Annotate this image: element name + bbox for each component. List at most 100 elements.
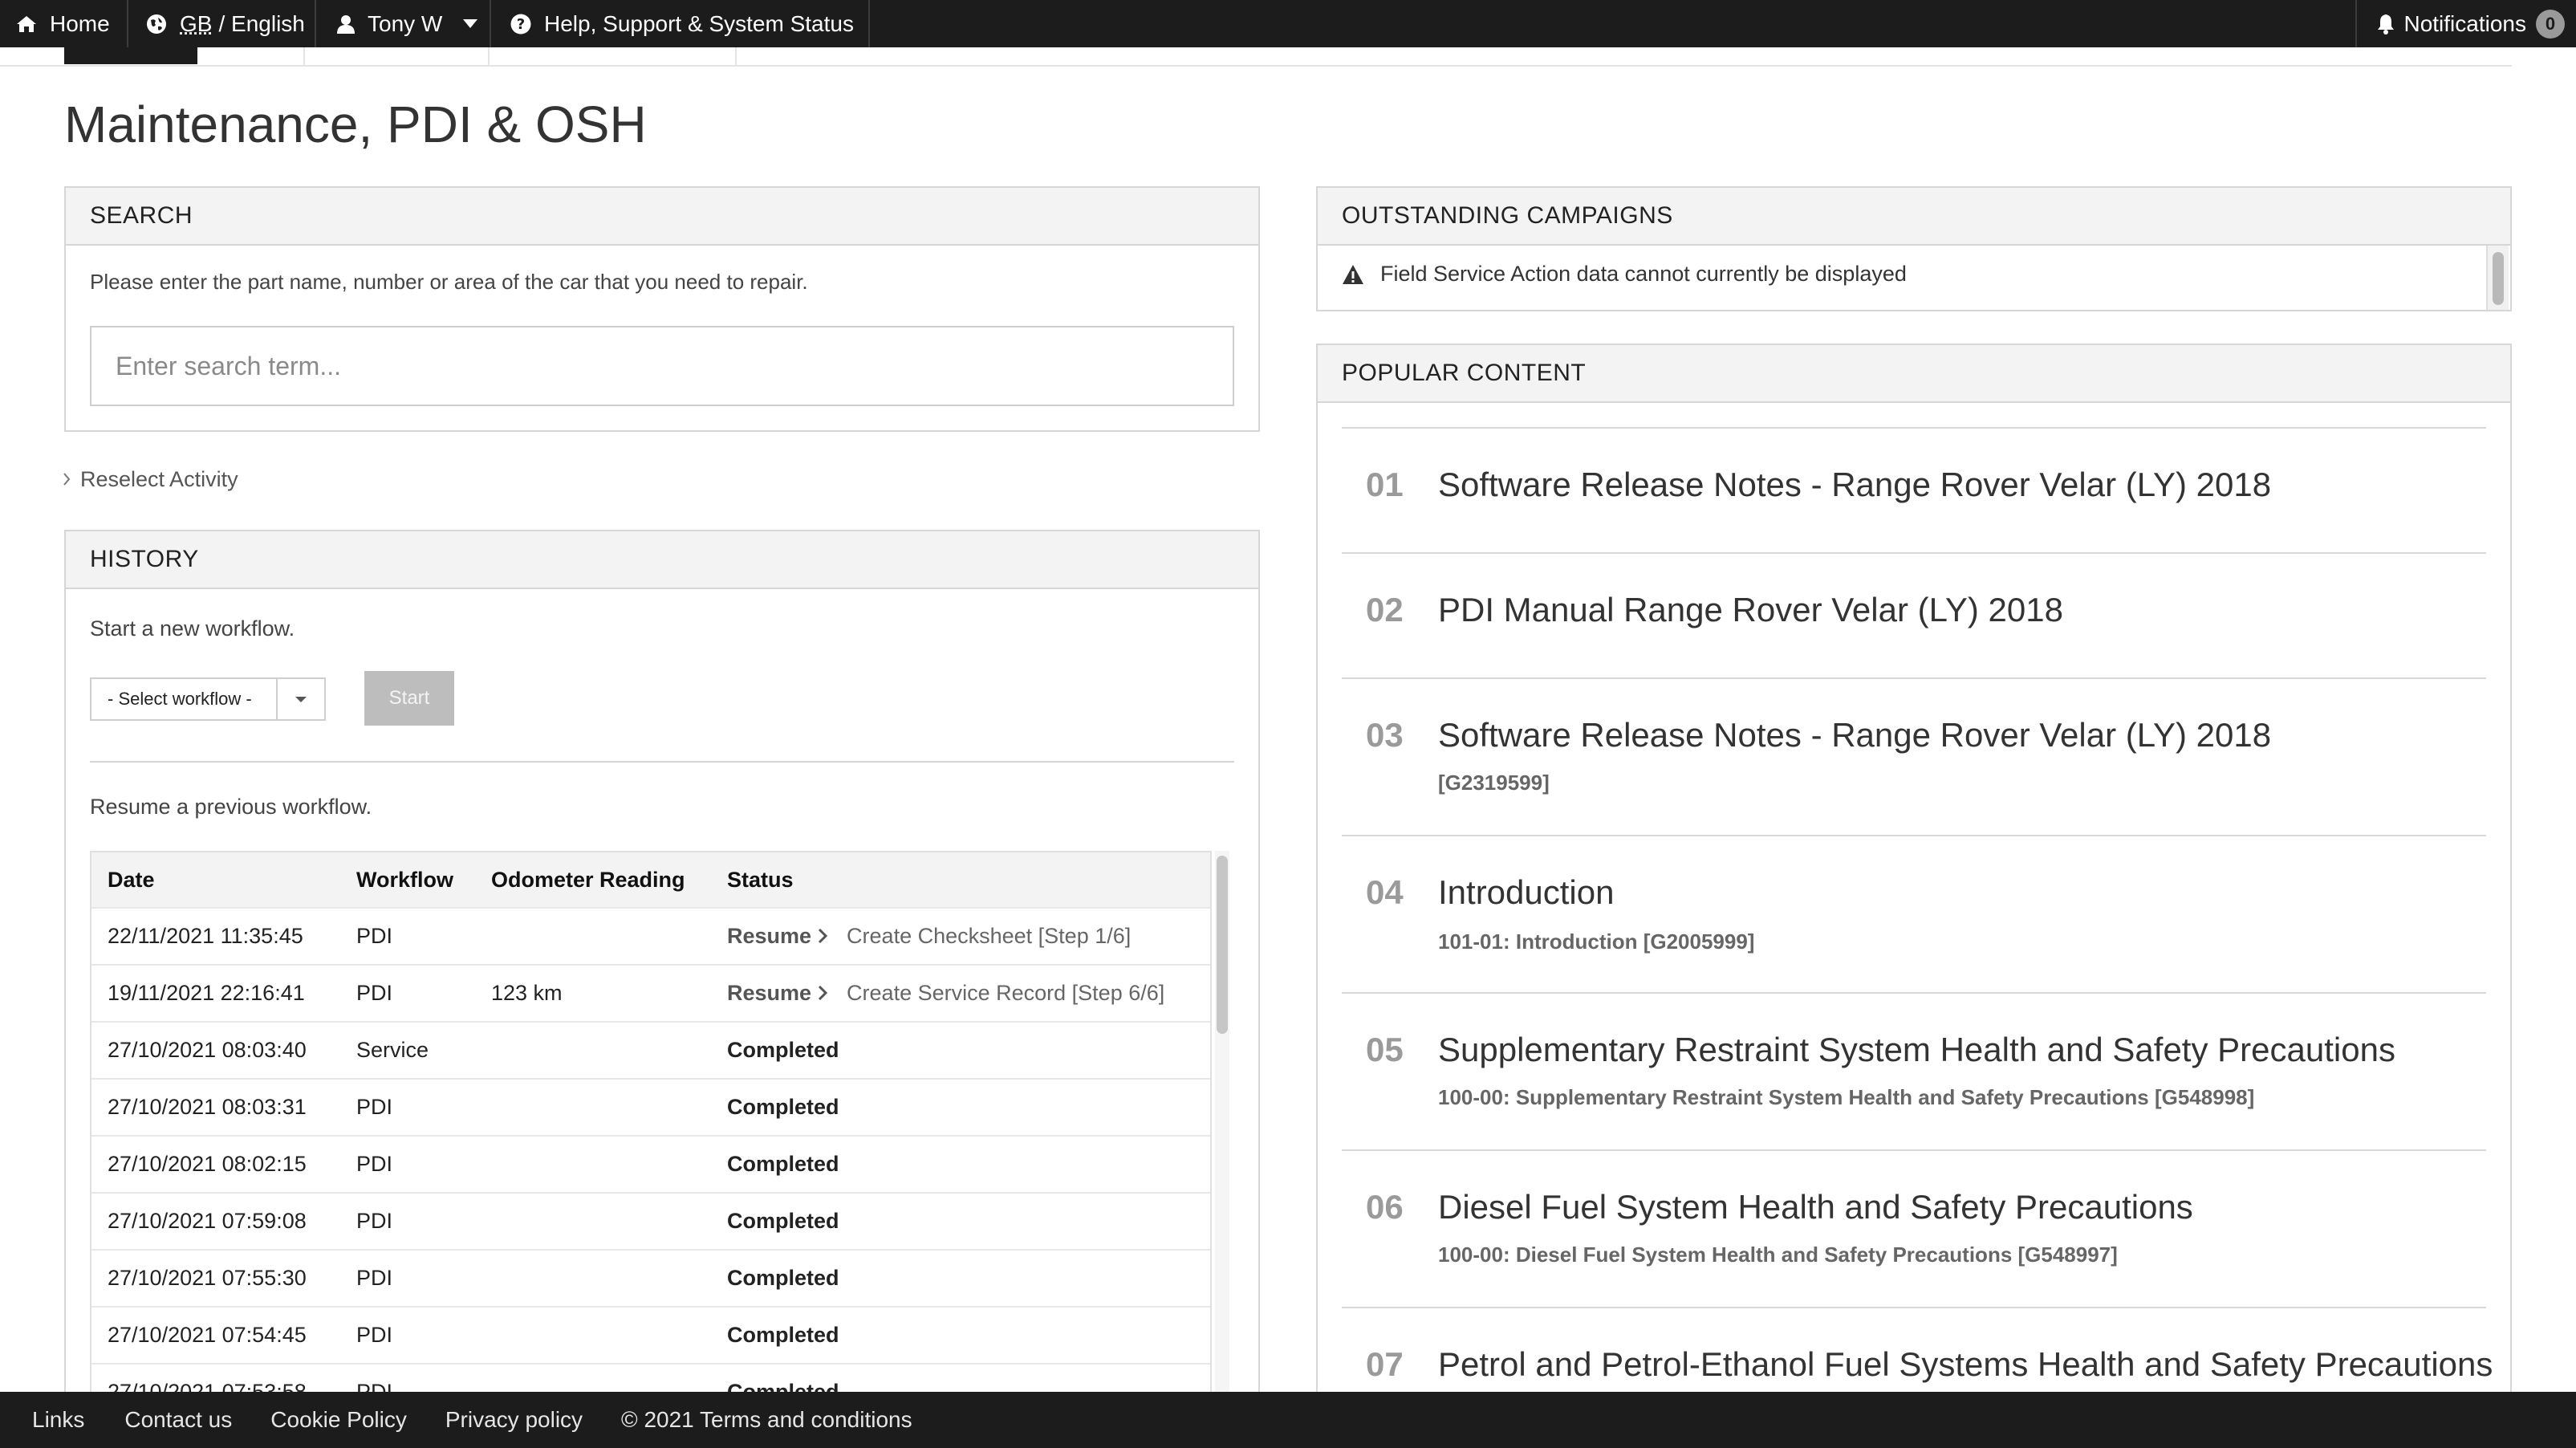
- footer-contact-us[interactable]: Contact us: [124, 1407, 232, 1433]
- row-odometer: [475, 1135, 711, 1193]
- row-odometer: 123 km: [475, 964, 711, 1022]
- history-panel-heading: HISTORY: [66, 531, 1258, 589]
- start-button[interactable]: Start: [364, 671, 454, 726]
- reselect-activity-link[interactable]: Reselect Activity: [63, 467, 238, 492]
- row-date: 27/10/2021 07:59:08: [91, 1192, 340, 1250]
- home-icon: [16, 14, 37, 34]
- item-number: 05: [1366, 1031, 1404, 1068]
- row-workflow: PDI: [340, 1135, 475, 1193]
- language-label: / English: [218, 10, 305, 36]
- tab-strip: [0, 47, 2512, 67]
- chevron-right-icon: [818, 981, 828, 1006]
- notifications-button[interactable]: Notifications 0: [2355, 0, 2576, 47]
- search-panel: SEARCH Please enter the part name, numbe…: [64, 186, 1260, 432]
- chevron-down-icon: [463, 18, 478, 29]
- history-panel: HISTORY Start a new workflow. - Select w…: [64, 530, 1260, 1414]
- row-status: Completed: [711, 1135, 1210, 1193]
- top-navigation-bar: Home GB / English Tony W ? Help, Support…: [0, 0, 2576, 47]
- search-input[interactable]: [90, 326, 1234, 406]
- popular-content-item[interactable]: 06 Diesel Fuel System Health and Safety …: [1342, 1149, 2486, 1308]
- table-row[interactable]: 27/10/2021 07:55:30 PDI Completed: [91, 1249, 1210, 1307]
- footer-privacy-policy[interactable]: Privacy policy: [445, 1407, 583, 1433]
- campaigns-scrollbar-thumb[interactable]: [2493, 252, 2504, 305]
- row-workflow: PDI: [340, 1078, 475, 1136]
- footer-links[interactable]: Links: [32, 1407, 84, 1433]
- item-number: 07: [1366, 1345, 1404, 1383]
- row-step: Create Service Record [Step 6/6]: [847, 981, 1165, 1005]
- popular-content-item[interactable]: 04 Introduction 101-01: Introduction [G2…: [1342, 835, 2486, 994]
- item-title: Diesel Fuel System Health and Safety Pre…: [1438, 1188, 2193, 1226]
- region-code: GB: [180, 10, 213, 36]
- item-subtitle: 100-00: Diesel Fuel System Health and Sa…: [1438, 1243, 2118, 1267]
- row-date: 27/10/2021 07:55:30: [91, 1249, 340, 1307]
- row-odometer: [475, 1249, 711, 1307]
- history-table-container[interactable]: Date Workflow Odometer Reading Status 22…: [90, 851, 1212, 1414]
- tab-divider: [488, 47, 490, 65]
- reselect-activity-label: Reselect Activity: [80, 467, 238, 491]
- caret-down-icon: [276, 679, 324, 719]
- popular-content-item[interactable]: 02 PDI Manual Range Rover Velar (LY) 201…: [1342, 552, 2486, 679]
- item-title: Software Release Notes - Range Rover Vel…: [1438, 716, 2272, 754]
- popular-content-item[interactable]: 03 Software Release Notes - Range Rover …: [1342, 677, 2486, 836]
- row-status: Completed: [711, 1249, 1210, 1307]
- row-status: Resume Create Checksheet [Step 1/6]: [711, 907, 1210, 965]
- warning-icon: [1342, 264, 1364, 285]
- item-title: Software Release Notes - Range Rover Vel…: [1438, 466, 2272, 503]
- search-instruction: Please enter the part name, number or ar…: [90, 270, 808, 294]
- globe-icon: [146, 14, 167, 35]
- table-row[interactable]: 27/10/2021 07:59:08 PDI Completed: [91, 1192, 1210, 1250]
- resume-link[interactable]: Resume: [727, 924, 811, 948]
- popular-panel-heading: POPULAR CONTENT: [1318, 345, 2510, 403]
- item-number: 04: [1366, 873, 1404, 911]
- table-row[interactable]: 27/10/2021 08:02:15 PDI Completed: [91, 1135, 1210, 1193]
- history-scrollbar-thumb[interactable]: [1217, 856, 1228, 1034]
- popular-content-item[interactable]: 01 Software Release Notes - Range Rover …: [1342, 427, 2486, 554]
- chevron-right-icon: [63, 470, 71, 490]
- item-number: 01: [1366, 466, 1404, 503]
- divider: [90, 761, 1234, 763]
- popular-content-item[interactable]: 07 Petrol and Petrol-Ethanol Fuel System…: [1342, 1307, 2493, 1392]
- bell-icon: [2376, 14, 2395, 35]
- home-link[interactable]: Home: [0, 0, 128, 47]
- footer: Links Contact us Cookie Policy Privacy p…: [0, 1392, 2576, 1448]
- help-label: Help, Support & System Status: [544, 10, 854, 36]
- item-number: 02: [1366, 591, 1404, 628]
- footer-terms[interactable]: © 2021 Terms and conditions: [621, 1407, 912, 1433]
- table-row[interactable]: 19/11/2021 22:16:41 PDI 123 km Resume Cre…: [91, 964, 1210, 1022]
- item-title: Introduction: [1438, 873, 1615, 911]
- column-header-workflow: Workflow: [340, 852, 475, 908]
- item-title: Supplementary Restraint System Health an…: [1438, 1031, 2395, 1068]
- footer-cookie-policy[interactable]: Cookie Policy: [270, 1407, 407, 1433]
- search-panel-heading: SEARCH: [66, 188, 1258, 246]
- resume-previous-text: Resume a previous workflow.: [90, 795, 372, 819]
- item-subtitle: [G2319599]: [1438, 771, 1550, 795]
- row-workflow: PDI: [340, 964, 475, 1022]
- start-new-workflow-text: Start a new workflow.: [90, 616, 295, 641]
- region-language-selector[interactable]: GB / English: [128, 0, 316, 47]
- popular-content-panel: POPULAR CONTENT 01 Software Release Note…: [1316, 344, 2512, 1392]
- row-date: 27/10/2021 08:03:31: [91, 1078, 340, 1136]
- workflow-select[interactable]: - Select workflow -: [90, 677, 326, 721]
- page-title: Maintenance, PDI & OSH: [64, 96, 647, 153]
- row-date: 19/11/2021 22:16:41: [91, 964, 340, 1022]
- row-workflow: PDI: [340, 1249, 475, 1307]
- popular-content-item[interactable]: 05 Supplementary Restraint System Health…: [1342, 992, 2486, 1151]
- table-row[interactable]: 27/10/2021 08:03:40 Service Completed: [91, 1021, 1210, 1079]
- column-header-date: Date: [91, 852, 340, 908]
- resume-link[interactable]: Resume: [727, 981, 811, 1005]
- campaigns-message-text: Field Service Action data cannot current…: [1380, 262, 1907, 286]
- svg-text:?: ?: [517, 16, 525, 33]
- table-row[interactable]: 27/10/2021 08:03:31 PDI Completed: [91, 1078, 1210, 1136]
- item-number: 06: [1366, 1188, 1404, 1226]
- table-header-row: Date Workflow Odometer Reading Status: [91, 852, 1210, 908]
- table-row[interactable]: 27/10/2021 07:54:45 PDI Completed: [91, 1306, 1210, 1364]
- row-status: Completed: [711, 1078, 1210, 1136]
- row-workflow: PDI: [340, 907, 475, 965]
- table-row[interactable]: 22/11/2021 11:35:45 PDI Resume Create Che…: [91, 907, 1210, 965]
- user-menu[interactable]: Tony W: [316, 0, 491, 47]
- help-support-link[interactable]: ? Help, Support & System Status: [491, 0, 870, 47]
- row-step: Create Checksheet [Step 1/6]: [847, 924, 1132, 948]
- help-circle-icon: ?: [510, 14, 531, 35]
- row-odometer: [475, 1306, 711, 1364]
- row-status: Completed: [711, 1021, 1210, 1079]
